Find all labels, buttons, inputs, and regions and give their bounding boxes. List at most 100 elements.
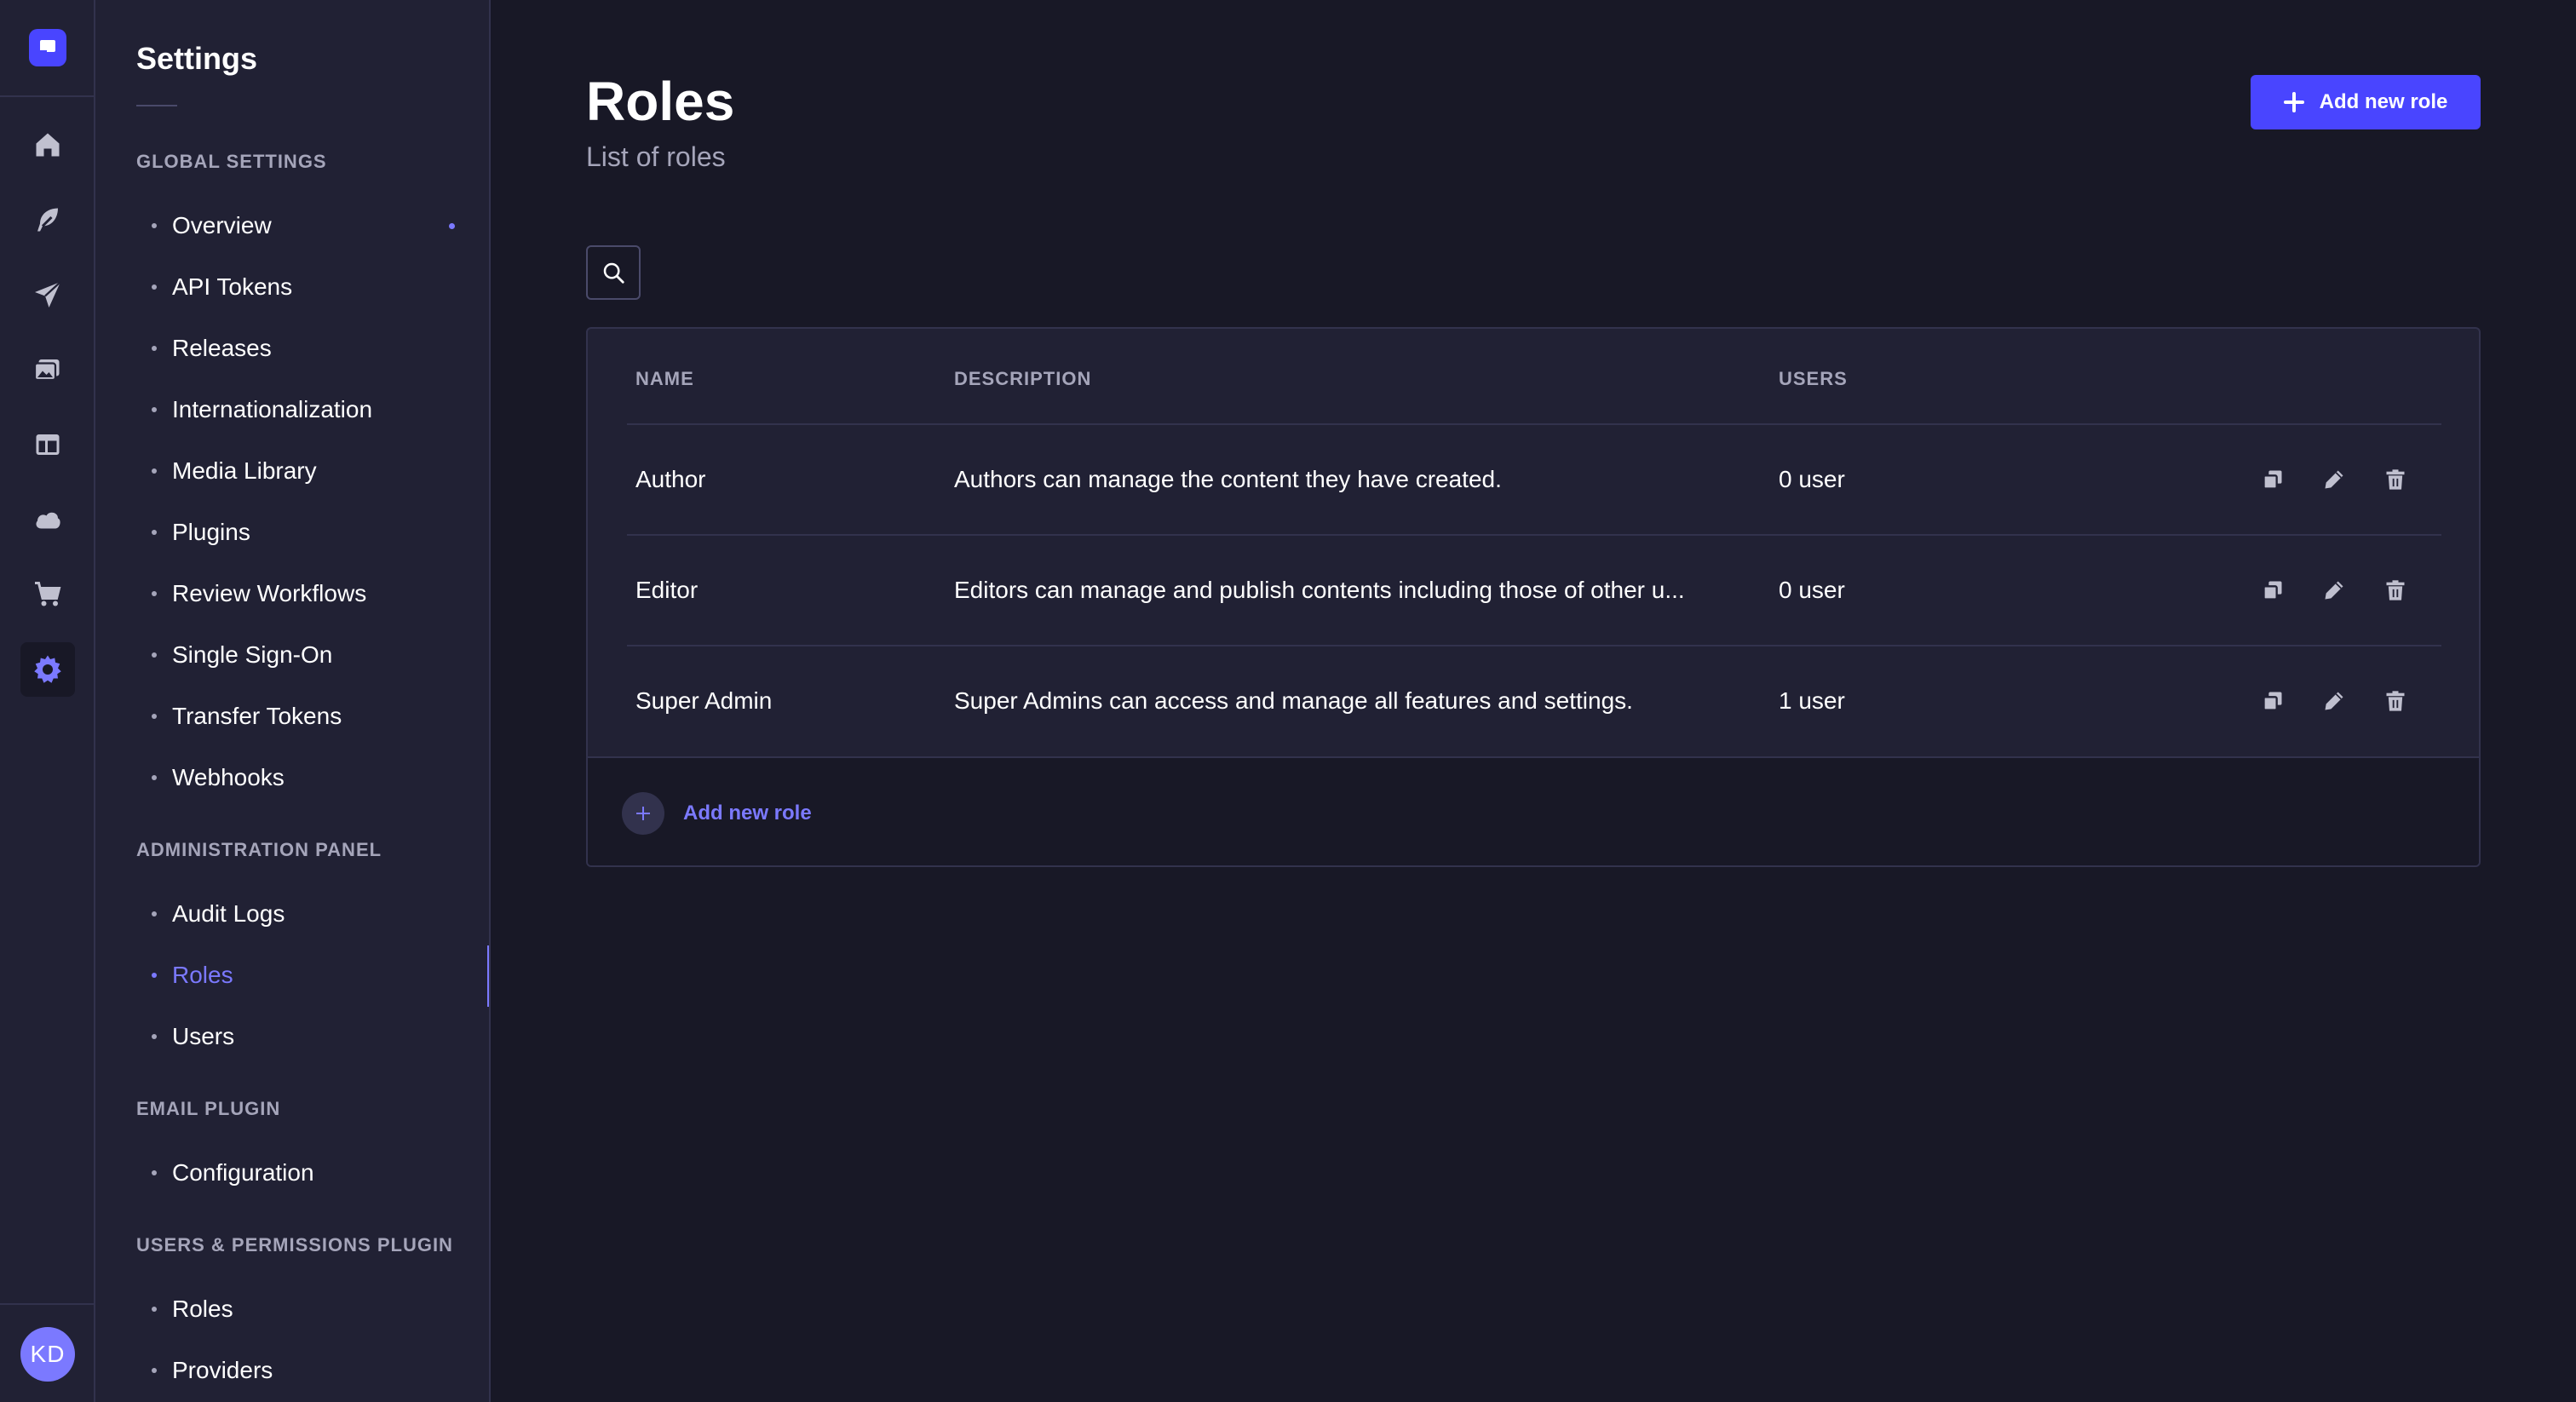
cloud-icon[interactable]	[20, 492, 75, 547]
bullet-icon	[152, 530, 157, 535]
subnav-divider	[136, 105, 177, 106]
bullet-icon	[152, 1034, 157, 1039]
column-header-users: USERS	[1779, 368, 1848, 389]
user-avatar[interactable]: KD	[20, 1327, 75, 1382]
table-footer: Add new role	[588, 756, 2479, 865]
subnav-title: Settings	[136, 41, 258, 76]
subnav-item-providers[interactable]: Providers	[136, 1346, 489, 1395]
pencil-icon[interactable]	[2320, 687, 2348, 715]
subnav-item-label: Webhooks	[172, 764, 285, 790]
subnav-item-label: Transfer Tokens	[172, 703, 342, 729]
footer-add-new-role-button[interactable]: Add new role	[622, 792, 812, 835]
subnav-item-overview[interactable]: Overview	[136, 201, 489, 250]
table-row[interactable]: Author Authors can manage the content th…	[588, 425, 2479, 534]
column-header-name: NAME	[635, 368, 694, 389]
cart-icon[interactable]	[20, 567, 75, 622]
trash-icon[interactable]	[2382, 466, 2409, 493]
bullet-icon	[152, 652, 157, 658]
bullet-icon	[152, 407, 157, 412]
add-new-role-button-label: Add new role	[2319, 90, 2448, 113]
subnav-item-single-sign-on[interactable]: Single Sign-On	[136, 630, 489, 680]
row-actions	[2259, 425, 2409, 534]
bullet-icon	[152, 1307, 157, 1312]
subnav-item-configuration[interactable]: Configuration	[136, 1148, 489, 1198]
table-row[interactable]: Editor Editors can manage and publish co…	[588, 536, 2479, 645]
bullet-icon	[152, 223, 157, 228]
rail-divider	[0, 95, 94, 97]
subnav-item-label: Internationalization	[172, 396, 373, 422]
subnav-item-label: Providers	[172, 1357, 273, 1383]
subnav-item-releases[interactable]: Releases	[136, 324, 489, 373]
media-images-icon[interactable]	[20, 342, 75, 397]
duplicate-icon[interactable]	[2259, 466, 2286, 493]
strapi-logo-icon[interactable]	[29, 29, 66, 66]
pencil-icon[interactable]	[2320, 466, 2348, 493]
feather-icon[interactable]	[20, 192, 75, 247]
gear-icon[interactable]	[20, 642, 75, 697]
active-item-indicator	[487, 945, 489, 1007]
home-icon[interactable]	[20, 118, 75, 172]
subnav-item-label: Configuration	[172, 1159, 314, 1186]
bullet-icon	[152, 468, 157, 474]
role-users-count: 0 user	[1779, 577, 1845, 603]
trash-icon[interactable]	[2382, 577, 2409, 604]
roles-table: NAME DESCRIPTION USERS Author Authors ca…	[586, 327, 2481, 867]
row-actions	[2259, 536, 2409, 645]
table-row[interactable]: Super Admin Super Admins can access and …	[588, 646, 2479, 756]
subnav-item-label: Audit Logs	[172, 900, 285, 927]
trash-icon[interactable]	[2382, 687, 2409, 715]
bullet-icon	[152, 775, 157, 780]
bullet-icon	[152, 591, 157, 596]
role-name: Super Admin	[635, 687, 773, 714]
subnav-item-label: Roles	[172, 1296, 233, 1322]
role-name: Editor	[635, 577, 699, 603]
duplicate-icon[interactable]	[2259, 577, 2286, 604]
role-description: Super Admins can access and manage all f…	[954, 687, 1633, 714]
subnav-item-roles[interactable]: Roles	[136, 951, 489, 1000]
subnav-item-up-roles[interactable]: Roles	[136, 1284, 489, 1334]
bullet-icon	[152, 911, 157, 916]
subnav-item-plugins[interactable]: Plugins	[136, 508, 489, 557]
section-heading-users-permissions-plugin: USERS & PERMISSIONS PLUGIN	[136, 1234, 453, 1255]
search-icon	[603, 262, 624, 284]
subnav-item-internationalization[interactable]: Internationalization	[136, 385, 489, 434]
page-subtitle: List of roles	[586, 141, 726, 172]
duplicate-icon[interactable]	[2259, 687, 2286, 715]
role-description: Authors can manage the content they have…	[954, 466, 1502, 492]
role-users-count: 1 user	[1779, 687, 1845, 714]
bullet-icon	[152, 714, 157, 719]
add-new-role-button[interactable]: Add new role	[2251, 75, 2481, 129]
page-title: Roles	[586, 71, 735, 132]
column-header-description: DESCRIPTION	[954, 368, 1092, 389]
subnav-item-api-tokens[interactable]: API Tokens	[136, 262, 489, 312]
subnav-item-label: Users	[172, 1023, 235, 1049]
role-name: Author	[635, 466, 706, 492]
subnav-item-label: Media Library	[172, 457, 317, 484]
subnav-item-label: Roles	[172, 962, 233, 988]
section-heading-global-settings: GLOBAL SETTINGS	[136, 151, 327, 172]
paper-plane-icon[interactable]	[20, 267, 75, 322]
section-heading-email-plugin: EMAIL PLUGIN	[136, 1098, 281, 1119]
app-root: KD Settings GLOBAL SETTINGS Overview API…	[0, 0, 2576, 1402]
subnav-item-users[interactable]: Users	[136, 1012, 489, 1061]
new-indicator-dot	[449, 222, 455, 229]
bullet-icon	[152, 973, 157, 978]
main-nav-rail: KD	[0, 0, 95, 1402]
row-actions	[2259, 646, 2409, 756]
layout-icon[interactable]	[20, 417, 75, 472]
bullet-icon	[152, 1368, 157, 1373]
subnav-item-review-workflows[interactable]: Review Workflows	[136, 569, 489, 618]
subnav-item-label: Review Workflows	[172, 580, 367, 606]
section-heading-administration-panel: ADMINISTRATION PANEL	[136, 839, 382, 860]
subnav-item-transfer-tokens[interactable]: Transfer Tokens	[136, 692, 489, 741]
main-content: Roles List of roles Add new role NAME DE…	[492, 0, 2576, 1402]
subnav-item-webhooks[interactable]: Webhooks	[136, 753, 489, 802]
bullet-icon	[152, 284, 157, 290]
subnav-item-audit-logs[interactable]: Audit Logs	[136, 889, 489, 939]
role-description: Editors can manage and publish contents …	[954, 577, 1685, 603]
plus-circle-icon	[622, 792, 664, 835]
subnav-item-media-library[interactable]: Media Library	[136, 446, 489, 496]
pencil-icon[interactable]	[2320, 577, 2348, 604]
bullet-icon	[152, 1170, 157, 1175]
search-button[interactable]	[586, 245, 641, 300]
